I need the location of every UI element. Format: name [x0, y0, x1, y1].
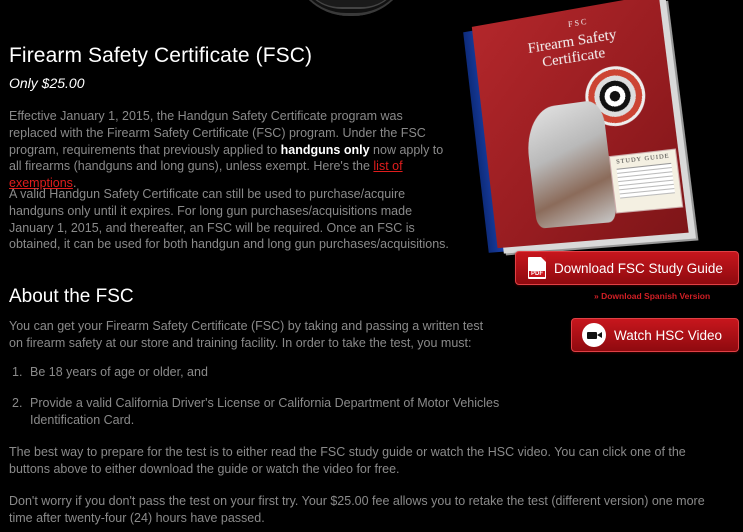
requirements-list: 1. Be 18 years of age or older, and 2. Pro… — [0, 364, 520, 442]
book-cover: FSC Firearm Safety Certificate STUDY GUI… — [471, 0, 689, 249]
list-item-number: 2. — [12, 395, 23, 410]
list-item: 1. Be 18 years of age or older, and — [0, 364, 520, 381]
preparation-paragraph: The best way to prepare for the test is … — [9, 445, 686, 476]
intro-paragraph: Effective January 1, 2015, the Handgun S… — [9, 108, 449, 192]
hsc-validity-paragraph: A valid Handgun Safety Certificate can s… — [9, 187, 449, 252]
download-spanish-version-link[interactable]: » Download Spanish Version — [594, 291, 710, 301]
list-item-text: Be 18 years of age or older, and — [30, 365, 208, 379]
list-item-number: 1. — [12, 365, 23, 379]
handguns-only-emphasis: handguns only — [280, 142, 370, 157]
study-guide-cover-image: FSC Firearm Safety Certificate STUDY GUI… — [463, 0, 715, 261]
download-study-guide-button[interactable]: PDF Download FSC Study Guide — [515, 251, 739, 285]
book-label: STUDY GUIDE — [608, 148, 684, 214]
retake-paragraph: Don't worry if you don't pass the test o… — [9, 494, 705, 525]
list-item-text: Provide a valid California Driver's Lice… — [30, 395, 500, 427]
about-paragraph: You can get your Firearm Safety Certific… — [9, 319, 484, 350]
download-study-guide-label: Download FSC Study Guide — [554, 260, 723, 276]
book-label-lines — [616, 162, 675, 199]
video-camera-icon — [582, 323, 606, 347]
pdf-icon: PDF — [528, 257, 546, 279]
about-heading: About the FSC — [9, 286, 134, 307]
pdf-badge: PDF — [529, 271, 545, 277]
list-item: 2. Provide a valid California Driver's Li… — [0, 395, 520, 429]
shooter-figure — [523, 99, 617, 229]
watch-hsc-video-label: Watch HSC Video — [614, 327, 723, 343]
header-emblem — [291, 0, 411, 16]
page-title: Firearm Safety Certificate (FSC) — [9, 44, 313, 67]
price-label: Only $25.00 — [9, 75, 85, 91]
watch-hsc-video-button[interactable]: Watch HSC Video — [571, 318, 739, 352]
